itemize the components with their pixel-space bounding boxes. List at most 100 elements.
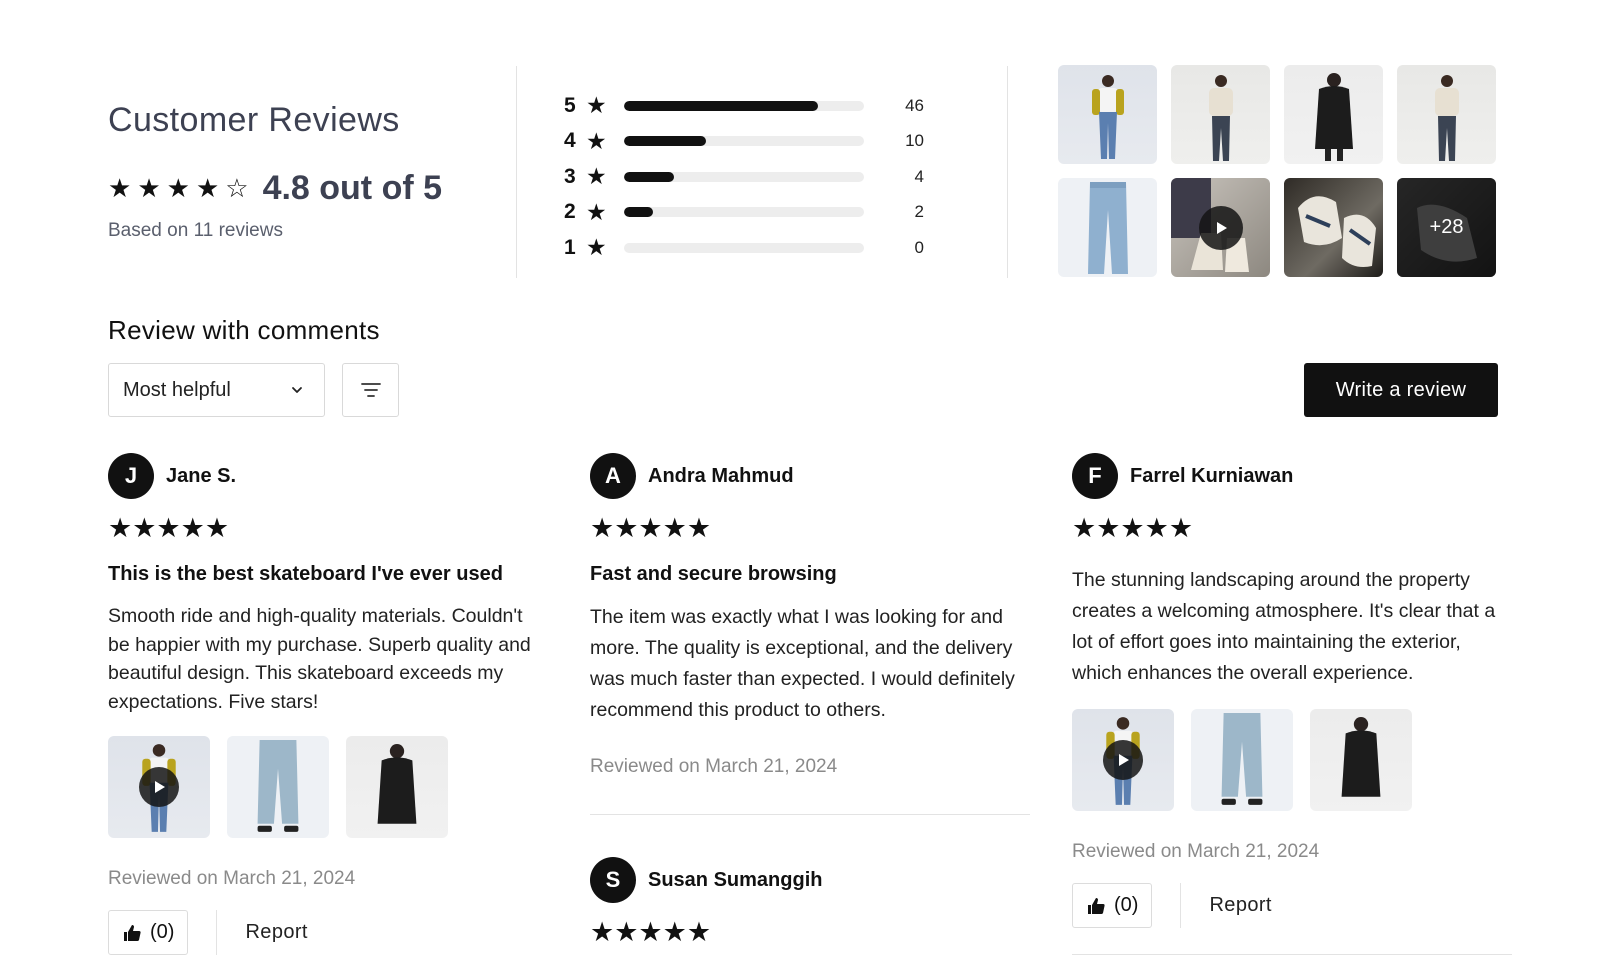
distribution-bar	[624, 100, 864, 111]
gallery-more[interactable]: +28	[1397, 178, 1496, 277]
review-body: The stunning landscaping around the prop…	[1072, 569, 1496, 684]
gallery-video[interactable]	[1171, 178, 1270, 277]
distribution-row[interactable]: 1 ★ 0	[564, 230, 944, 266]
gallery-photo[interactable]	[1058, 178, 1157, 277]
review-photo[interactable]	[1191, 709, 1293, 811]
star-icon: ★	[195, 173, 220, 203]
star-icon: ★	[108, 173, 132, 203]
divider	[590, 814, 1030, 815]
distribution-bar	[624, 136, 864, 147]
review-card: F Farrel Kurniawan ★★★★★ The stunning la…	[1072, 453, 1512, 928]
distribution-star-count: 5	[564, 93, 576, 117]
review-title: This is the best skateboard I've ever us…	[108, 563, 503, 585]
jeans-image	[1087, 182, 1128, 274]
review-date: Reviewed on March 21, 2024	[1072, 841, 1320, 862]
reviewer-name: Jane S.	[166, 464, 237, 487]
thumbs-up-icon	[1088, 897, 1105, 914]
avatar: J	[108, 453, 154, 499]
report-link[interactable]: Report	[245, 921, 307, 944]
play-icon[interactable]	[139, 767, 179, 807]
distribution-bar-fill	[624, 100, 819, 111]
helpful-count: (0)	[150, 921, 175, 943]
distribution-count: 0	[914, 237, 924, 257]
star-icon: ★	[166, 173, 190, 203]
person-coat-image	[377, 744, 417, 824]
person-coat-image	[1314, 73, 1353, 161]
distribution-row[interactable]: 4 ★ 10	[564, 124, 944, 160]
helpful-count: (0)	[1114, 894, 1139, 916]
star-icon: ★	[586, 92, 607, 119]
distribution-star-count: 3	[564, 164, 576, 188]
review-video[interactable]	[1072, 709, 1174, 811]
reviewer: F Farrel Kurniawan	[1072, 453, 1512, 499]
distribution-star-count: 1	[564, 235, 576, 259]
distribution-row[interactable]: 2 ★ 2	[564, 195, 944, 231]
gallery-photo[interactable]	[1058, 65, 1157, 164]
distribution-bar	[624, 242, 864, 253]
gallery-photo[interactable]	[1284, 65, 1383, 164]
jeans-image	[257, 740, 299, 832]
average-rating-text: 4.8 out of 5	[262, 168, 443, 207]
helpful-button[interactable]: (0)	[1072, 883, 1153, 928]
play-icon[interactable]	[1103, 740, 1143, 780]
distribution-bar	[624, 207, 864, 218]
divider	[216, 910, 218, 955]
person-sweater-image	[1208, 75, 1233, 161]
review-photo[interactable]	[1310, 709, 1412, 811]
gallery-photo[interactable]	[1171, 65, 1270, 164]
reviewer: A Andra Mahmud	[590, 453, 1030, 499]
star-icon: ★	[586, 163, 607, 190]
distribution-bar-fill	[624, 207, 653, 218]
page-title: Customer Reviews	[108, 101, 400, 139]
review-title: Fast and secure browsing	[590, 563, 837, 585]
reviewer-name: Andra Mahmud	[648, 464, 794, 487]
filter-icon	[360, 383, 381, 397]
distribution-row[interactable]: 3 ★ 4	[564, 159, 944, 195]
review-photo[interactable]	[227, 736, 329, 838]
review-date: Reviewed on March 21, 2024	[590, 756, 838, 777]
write-review-button[interactable]: Write a review	[1304, 363, 1498, 417]
gallery-photo[interactable]	[1284, 178, 1383, 277]
person-coat-image	[1341, 717, 1381, 797]
review-video[interactable]	[108, 736, 210, 838]
sort-dropdown[interactable]: Most helpful	[108, 363, 325, 417]
review-actions: (0) Report	[1072, 883, 1512, 928]
distribution-row[interactable]: 5 ★ 46	[564, 88, 944, 124]
avatar: A	[590, 453, 636, 499]
review-media	[108, 736, 548, 838]
distribution-star-count: 2	[564, 200, 576, 224]
star-outline-icon: ☆	[225, 173, 249, 203]
review-count: Based on 11 reviews	[108, 220, 283, 241]
star-icon: ★	[586, 127, 607, 154]
distribution-bar	[624, 171, 864, 182]
average-rating: ★ ★ ★ ★ ☆ 4.8 out of 5	[108, 168, 508, 208]
chevron-down-icon	[292, 387, 302, 393]
helpful-button[interactable]: (0)	[108, 910, 189, 955]
review-stars: ★★★★★	[590, 917, 712, 947]
distribution-count: 10	[905, 131, 924, 151]
average-stars: ★ ★ ★ ★ ☆	[108, 175, 249, 201]
person-sweater-image	[1434, 75, 1459, 161]
reviewer-name: Farrel Kurniawan	[1130, 464, 1294, 487]
play-icon[interactable]	[1198, 205, 1243, 250]
more-media-count: +28	[1397, 178, 1496, 277]
reviewer: S Susan Sumanggih	[590, 857, 1030, 903]
distribution-star-count: 4	[564, 129, 576, 153]
report-link[interactable]: Report	[1209, 894, 1271, 917]
review-body: Smooth ride and high-quality materials. …	[108, 605, 531, 713]
distribution-bar-fill	[624, 171, 675, 182]
review-card: A Andra Mahmud ★★★★★ Fast and secure bro…	[590, 453, 1030, 778]
review-card: J Jane S. ★★★★★ This is the best skatebo…	[108, 453, 548, 955]
reviewer-name: Susan Sumanggih	[648, 868, 823, 891]
avatar: F	[1072, 453, 1118, 499]
review-photo[interactable]	[346, 736, 448, 838]
review-date: Reviewed on March 21, 2024	[108, 868, 356, 889]
filter-button[interactable]	[342, 363, 399, 417]
review-media-gallery: +28	[1058, 65, 1496, 277]
gallery-photo[interactable]	[1397, 65, 1496, 164]
review-media	[1072, 709, 1512, 811]
divider	[1007, 66, 1008, 278]
distribution-count: 2	[914, 202, 924, 222]
reviewer: J Jane S.	[108, 453, 548, 499]
review-stars: ★★★★★	[590, 513, 712, 543]
